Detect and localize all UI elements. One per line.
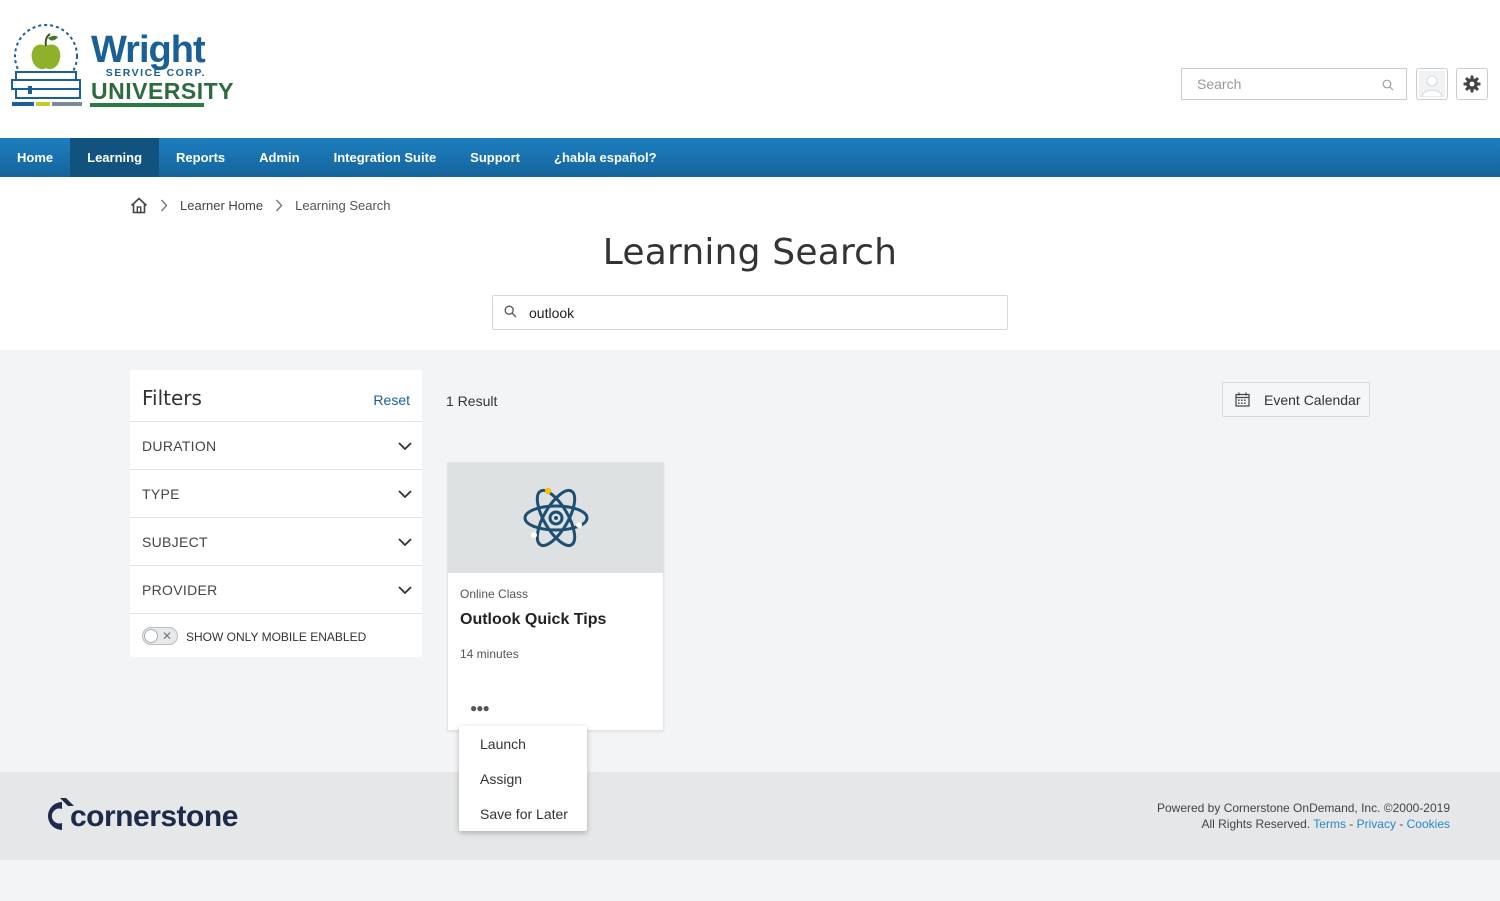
filters-panel: Filters Reset DURATION TYPE SUBJECT PROV…	[130, 370, 422, 657]
calendar-icon	[1235, 392, 1250, 407]
filter-type[interactable]: TYPE	[130, 470, 422, 518]
filter-label: TYPE	[142, 486, 180, 502]
filter-subject[interactable]: SUBJECT	[130, 518, 422, 566]
home-icon[interactable]	[130, 197, 148, 214]
learning-search-box[interactable]	[492, 295, 1008, 330]
footer-separator: -	[1395, 817, 1407, 831]
filter-duration[interactable]: DURATION	[130, 422, 422, 470]
filters-header: Filters Reset	[130, 370, 422, 422]
footer-separator: -	[1345, 817, 1357, 831]
more-options-icon[interactable]: ●●●	[470, 701, 490, 715]
chevron-down-icon	[398, 486, 412, 504]
breadcrumb-current: Learning Search	[295, 198, 391, 213]
chevron-right-icon	[275, 199, 283, 212]
course-title[interactable]: Outlook Quick Tips	[460, 611, 606, 629]
menu-item-save-for-later[interactable]: Save for Later	[480, 806, 568, 822]
user-avatar-icon	[1419, 71, 1445, 97]
nav-item-integration-suite[interactable]: Integration Suite	[317, 138, 454, 177]
menu-item-assign[interactable]: Assign	[480, 771, 522, 787]
mobile-enabled-label: SHOW ONLY MOBILE ENABLED	[186, 630, 367, 644]
settings-button[interactable]	[1456, 68, 1488, 100]
footer: cornerstone Powered by Cornerstone OnDem…	[0, 772, 1500, 860]
cornerstone-logo-icon: cornerstone	[48, 798, 238, 833]
header-search-box[interactable]	[1181, 68, 1407, 100]
footer-legal: Powered by Cornerstone OnDemand, Inc. ©2…	[1157, 800, 1450, 832]
mobile-enabled-toggle[interactable]: ✕	[142, 627, 178, 645]
breadcrumb-learner-home[interactable]: Learner Home	[180, 198, 263, 213]
nav-item-home[interactable]: Home	[0, 138, 70, 177]
nav-item-habla-espanol[interactable]: ¿habla español?	[537, 138, 674, 177]
chevron-down-icon	[398, 582, 412, 600]
user-avatar-button[interactable]	[1416, 68, 1448, 100]
header-search-input[interactable]	[1182, 69, 1372, 99]
nav-item-support[interactable]: Support	[453, 138, 537, 177]
filter-label: PROVIDER	[142, 582, 218, 598]
event-calendar-button[interactable]: Event Calendar	[1222, 382, 1370, 417]
wright-university-logo[interactable]: Wright SERVICE CORP. UNIVERSITY	[10, 24, 234, 110]
logo-underline	[90, 103, 204, 107]
course-duration: 14 minutes	[460, 647, 519, 661]
footer-cookies-link[interactable]: Cookies	[1407, 817, 1450, 831]
course-options-menu: Launch Assign Save for Later	[459, 726, 587, 831]
filters-reset-link[interactable]: Reset	[373, 392, 410, 408]
main-navigation: Home Learning Reports Admin Integration …	[0, 138, 1500, 177]
chevron-down-icon	[398, 438, 412, 456]
filters-title: Filters	[142, 386, 202, 410]
chevron-down-icon	[398, 534, 412, 552]
breadcrumb: Learner Home Learning Search	[130, 197, 391, 214]
footer-rights-line: All Rights Reserved. Terms - Privacy - C…	[1157, 816, 1450, 832]
menu-item-launch[interactable]: Launch	[480, 736, 526, 752]
event-calendar-label: Event Calendar	[1264, 391, 1361, 408]
footer-privacy-link[interactable]: Privacy	[1357, 817, 1396, 831]
course-type: Online Class	[460, 587, 529, 601]
footer-rights: All Rights Reserved.	[1201, 817, 1311, 831]
filter-label: DURATION	[142, 438, 217, 454]
toggle-knob	[144, 629, 158, 643]
logo-university: UNIVERSITY	[91, 78, 235, 104]
page-title: Learning Search	[602, 232, 898, 273]
logo-wordmark: cornerstone	[70, 800, 238, 833]
atom-icon	[523, 487, 588, 548]
chevron-right-icon	[160, 199, 168, 212]
nav-item-reports[interactable]: Reports	[159, 138, 242, 177]
filter-provider[interactable]: PROVIDER	[130, 566, 422, 614]
footer-powered-by: Powered by Cornerstone OnDemand, Inc. ©2…	[1156, 801, 1450, 815]
search-icon[interactable]	[1382, 78, 1394, 96]
logo-wordmark: Wright	[91, 29, 206, 71]
cornerstone-logo: cornerstone	[46, 796, 246, 841]
course-thumbnail	[448, 463, 663, 573]
nav-item-admin[interactable]: Admin	[242, 138, 316, 177]
result-count: 1 Result	[446, 393, 498, 409]
gear-icon	[1463, 75, 1481, 93]
apple-books-logo-icon	[11, 24, 82, 106]
mobile-enabled-row: ✕ SHOW ONLY MOBILE ENABLED	[130, 614, 422, 658]
top-header: Wright SERVICE CORP. UNIVERSITY	[0, 0, 1500, 138]
footer-terms-link[interactable]: Terms	[1313, 817, 1346, 831]
learning-search-input[interactable]	[529, 296, 989, 329]
filter-label: SUBJECT	[142, 534, 208, 550]
close-icon: ✕	[161, 629, 172, 643]
page-header-area: Learner Home Learning Search Learning Se…	[0, 177, 1500, 350]
nav-item-learning[interactable]: Learning	[70, 138, 160, 177]
course-card[interactable]: Online Class Outlook Quick Tips 14 minut…	[447, 462, 664, 731]
search-icon	[504, 305, 517, 323]
